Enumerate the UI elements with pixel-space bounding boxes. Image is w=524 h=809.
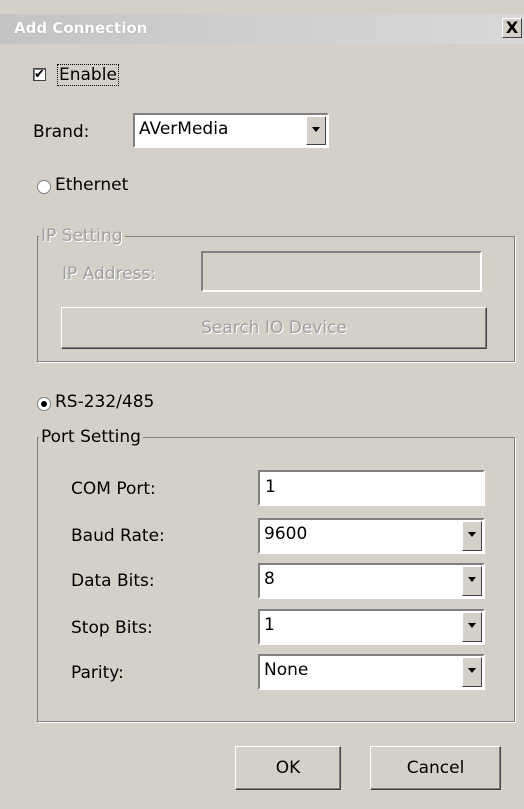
stop-bits-dropdown[interactable]: 1 — [258, 609, 485, 645]
cancel-button[interactable]: Cancel — [370, 746, 501, 790]
com-port-label: COM Port: — [71, 479, 156, 499]
baud-rate-dropdown[interactable]: 9600 — [258, 518, 485, 554]
parity-value: None — [264, 660, 309, 680]
brand-dropdown[interactable]: AVerMedia — [133, 113, 329, 148]
close-icon: X — [505, 18, 519, 37]
data-bits-value: 8 — [264, 569, 275, 589]
data-bits-label: Data Bits: — [71, 571, 155, 591]
window-title: Add Connection — [14, 19, 148, 37]
ethernet-radio[interactable] — [37, 180, 51, 194]
ip-address-label: IP Address: — [62, 264, 157, 284]
brand-value: AVerMedia — [139, 119, 229, 139]
ip-setting-legend: IP Setting — [39, 226, 125, 246]
close-button[interactable]: X — [502, 18, 522, 38]
com-port-field[interactable]: 1 — [258, 470, 485, 506]
title-bar: Add Connection X — [0, 14, 524, 44]
stop-bits-label: Stop Bits: — [71, 618, 153, 638]
chevron-down-icon[interactable] — [462, 612, 482, 642]
brand-label: Brand: — [33, 122, 90, 142]
chevron-down-icon[interactable] — [462, 657, 482, 687]
chevron-down-icon[interactable] — [462, 521, 482, 551]
chevron-down-icon[interactable] — [306, 116, 326, 145]
enable-checkbox[interactable]: ✔ — [33, 68, 46, 81]
enable-label[interactable]: Enable — [57, 64, 119, 86]
data-bits-dropdown[interactable]: 8 — [258, 563, 485, 599]
parity-label: Parity: — [71, 663, 124, 683]
rs232-radio[interactable] — [37, 397, 51, 411]
port-setting-legend: Port Setting — [39, 427, 143, 447]
ethernet-label[interactable]: Ethernet — [55, 175, 128, 195]
rs232-label[interactable]: RS-232/485 — [55, 392, 154, 412]
chevron-down-icon[interactable] — [462, 566, 482, 596]
stop-bits-value: 1 — [264, 615, 275, 635]
baud-rate-value: 9600 — [264, 524, 308, 544]
baud-rate-label: Baud Rate: — [71, 526, 165, 546]
parity-dropdown[interactable]: None — [258, 654, 485, 690]
ip-address-field[interactable] — [201, 251, 482, 292]
search-io-device-button[interactable]: Search IO Device — [61, 307, 487, 349]
ok-button[interactable]: OK — [235, 746, 341, 790]
